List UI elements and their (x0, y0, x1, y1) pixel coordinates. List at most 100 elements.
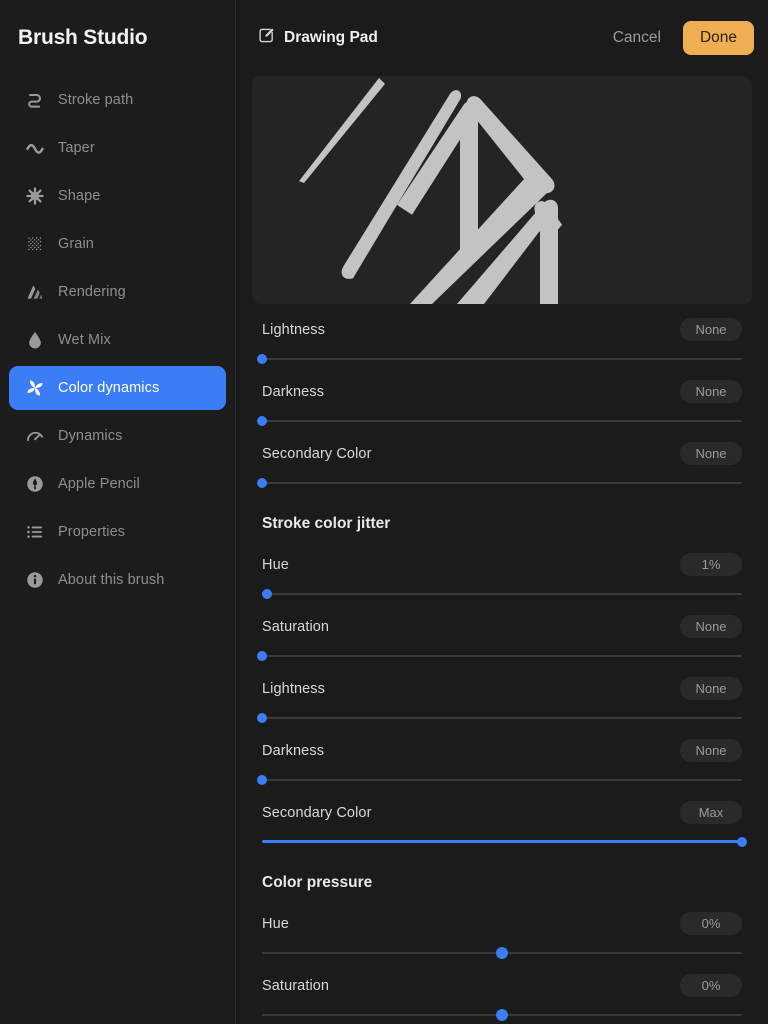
stroke-segment-0 (299, 77, 385, 184)
setting-value-pill[interactable]: Max (680, 801, 742, 824)
done-button[interactable]: Done (682, 21, 754, 55)
setting-row-header: Darkness None (262, 380, 742, 414)
setting-slider[interactable] (262, 835, 747, 849)
speedometer-icon (22, 425, 48, 447)
setting-value-pill[interactable]: 0% (680, 974, 742, 997)
rendering-icon (22, 281, 48, 303)
setting-label: Secondary Color (262, 804, 372, 821)
preview-stroke-art (299, 77, 562, 304)
setting-label: Hue (262, 915, 289, 932)
slider-track (262, 717, 742, 719)
section-heading: Color pressure (262, 874, 373, 891)
slider-track (262, 358, 742, 360)
drawing-pad-title-group: Drawing Pad (258, 27, 378, 49)
slider-track (262, 779, 742, 781)
setting-value-pill[interactable]: None (680, 677, 742, 700)
sidebar-item-color-dynamics[interactable]: Color dynamics (9, 366, 226, 410)
setting-value-pill[interactable]: 0% (680, 912, 742, 935)
setting-label: Darkness (262, 383, 325, 400)
slider-thumb[interactable] (496, 947, 508, 959)
setting-row-header: Secondary Color None (262, 442, 742, 476)
sidebar-item-label: Apple Pencil (58, 476, 140, 492)
slider-thumb[interactable] (257, 651, 267, 662)
sidebar-item-properties[interactable]: Properties (9, 510, 226, 554)
list-icon (22, 521, 48, 543)
setting-row: Secondary Color Max (262, 787, 747, 849)
setting-label: Saturation (262, 618, 330, 635)
slider-thumb[interactable] (257, 775, 267, 786)
sidebar-item-shape[interactable]: Shape (9, 174, 226, 218)
setting-row: Darkness None (257, 725, 742, 787)
slider-track (262, 420, 742, 422)
slider-thumb[interactable] (257, 478, 267, 489)
sidebar-item-label: Rendering (58, 284, 126, 300)
setting-row: Lightness None (257, 663, 742, 725)
sidebar-item-label: Stroke path (58, 92, 134, 108)
setting-row-header: Lightness None (262, 318, 742, 352)
setting-value-pill[interactable]: None (680, 739, 742, 762)
setting-value-pill[interactable]: None (680, 615, 742, 638)
slider-thumb[interactable] (737, 837, 747, 848)
slider-thumb[interactable] (261, 589, 272, 600)
setting-label: Hue (262, 556, 289, 573)
brush-stroke-preview[interactable] (252, 76, 752, 304)
setting-value-pill[interactable]: None (680, 442, 742, 465)
setting-row: Secondary Color None (257, 428, 742, 490)
sidebar-item-apple-pencil[interactable]: Apple Pencil (9, 462, 226, 506)
topbar: Drawing Pad Cancel Done (236, 0, 768, 76)
section-heading: Stroke color jitter (262, 515, 391, 532)
slider-thumb[interactable] (257, 354, 267, 365)
info-icon (22, 569, 48, 591)
app-title: Brush Studio (18, 26, 148, 49)
setting-value-pill[interactable]: None (680, 318, 742, 341)
sidebar-item-taper[interactable]: Taper (9, 126, 226, 170)
setting-label: Secondary Color (262, 445, 372, 462)
setting-slider[interactable] (257, 711, 742, 725)
setting-slider[interactable] (257, 773, 742, 787)
setting-label: Darkness (262, 742, 325, 759)
sidebar-item-stroke-path[interactable]: Stroke path (9, 78, 226, 122)
settings-list: Lightness None Darkness None Secondary C… (236, 304, 768, 1024)
sidebar-item-label: About this brush (58, 572, 165, 588)
sidebar-item-grain[interactable]: Grain (9, 222, 226, 266)
compose-edit-icon (258, 27, 275, 49)
setting-row: Lightness None (257, 304, 742, 366)
preview-container (236, 76, 768, 304)
setting-slider[interactable] (257, 476, 742, 490)
slider-thumb[interactable] (257, 416, 267, 427)
shape-starburst-icon (22, 185, 48, 207)
color-dynamics-icon (22, 377, 48, 399)
setting-row-header: Lightness None (262, 677, 742, 711)
setting-row: Hue 0% (262, 898, 742, 960)
setting-slider[interactable] (262, 1008, 742, 1022)
setting-slider[interactable] (257, 414, 742, 428)
setting-row-header: Hue 1% (262, 553, 742, 587)
sidebar-item-about-this-brush[interactable]: About this brush (9, 558, 226, 602)
setting-label: Saturation (262, 977, 330, 994)
setting-row: Saturation None (257, 601, 742, 663)
main-panel: Drawing Pad Cancel Done Lightness None D… (236, 0, 768, 1024)
setting-slider[interactable] (261, 587, 742, 601)
slider-thumb[interactable] (257, 713, 267, 724)
setting-slider[interactable] (257, 352, 742, 366)
setting-value-pill[interactable]: 1% (680, 553, 742, 576)
slider-thumb[interactable] (496, 1009, 508, 1021)
apple-pencil-icon (22, 473, 48, 495)
slider-track (262, 482, 742, 484)
sidebar-item-rendering[interactable]: Rendering (9, 270, 226, 314)
cancel-button[interactable]: Cancel (601, 23, 673, 53)
sidebar-item-wet-mix[interactable]: Wet Mix (9, 318, 226, 362)
setting-row-header: Saturation None (262, 615, 742, 649)
sidebar-item-label: Properties (58, 524, 126, 540)
page-title: Drawing Pad (284, 29, 378, 46)
sidebar-item-label: Wet Mix (58, 332, 111, 348)
setting-value-pill[interactable]: None (680, 380, 742, 403)
sidebar-item-label: Grain (58, 236, 94, 252)
setting-slider[interactable] (257, 649, 742, 663)
grain-texture-icon (22, 233, 48, 255)
sidebar-item-dynamics[interactable]: Dynamics (9, 414, 226, 458)
sidebar-item-label: Taper (58, 140, 95, 156)
setting-slider[interactable] (262, 946, 742, 960)
taper-wave-icon (22, 137, 48, 159)
setting-row: Hue 1% (261, 539, 742, 601)
